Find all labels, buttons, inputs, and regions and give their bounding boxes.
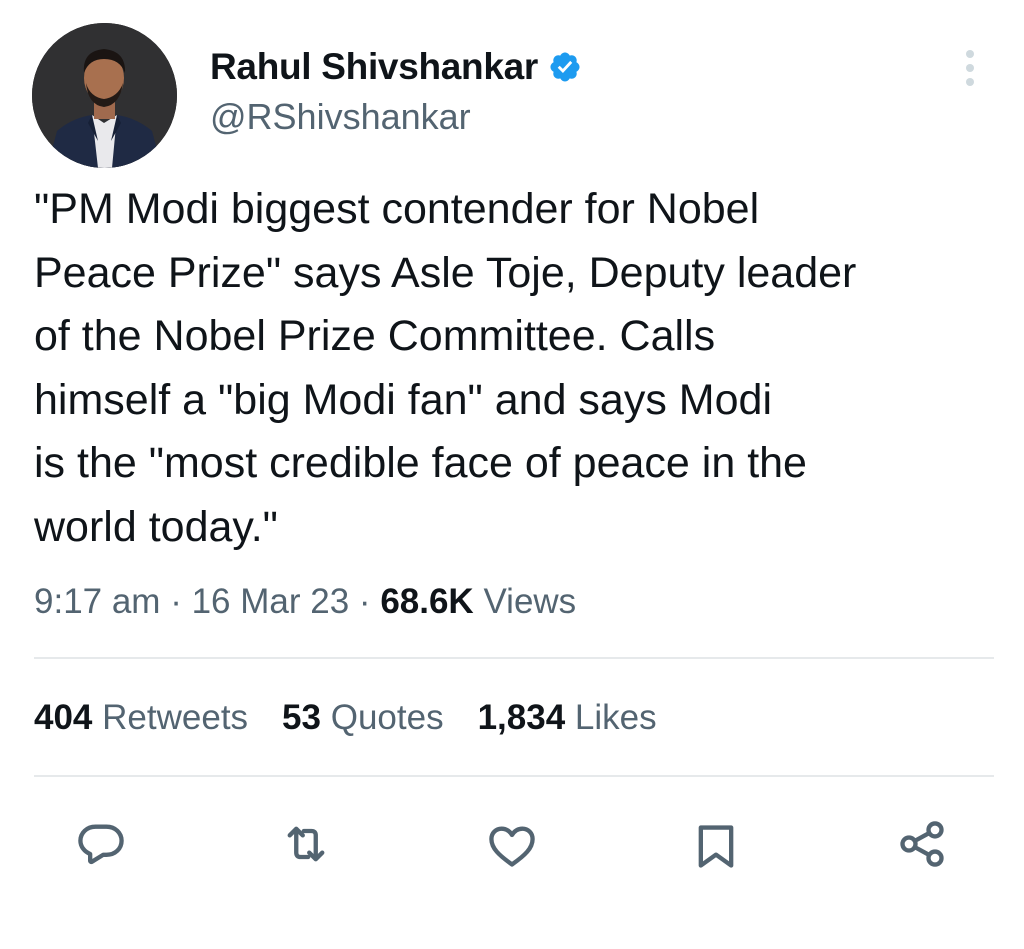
verified-badge-icon [550, 52, 580, 82]
quotes-label: Quotes [330, 698, 444, 737]
tweet-text-line: himself a "big Modi fan" and says Modi [34, 375, 772, 424]
tweet-detail: Rahul Shivshankar @RShivshankar "PM Modi… [0, 0, 1024, 949]
avatar-image [32, 23, 177, 168]
tweet-text-line: "PM Modi biggest contender for Nobel [34, 185, 760, 233]
likes-label: Likes [574, 698, 657, 737]
reply-icon[interactable] [75, 818, 127, 870]
author-name-text: Rahul Shivshankar [210, 46, 539, 87]
views-label: Views [483, 582, 577, 621]
likes-stat[interactable]: 1,834 Likes [478, 698, 657, 738]
share-icon[interactable] [896, 818, 948, 870]
likes-count: 1,834 [477, 698, 566, 737]
author-name[interactable]: Rahul Shivshankar [210, 46, 582, 88]
engagement-stats: 404 Retweets 53 Quotes 1,834 Likes [34, 698, 691, 738]
retweet-icon[interactable] [280, 818, 332, 870]
retweets-stat[interactable]: 404 Retweets [34, 698, 248, 738]
quotes-stat[interactable]: 53 Quotes [282, 698, 444, 738]
tweet-text-line: Peace Prize" says Asle Toje, Deputy lead… [34, 248, 857, 297]
tweet-text: "PM Modi biggest contender for Nobel Pea… [34, 178, 994, 559]
retweets-label: Retweets [102, 698, 249, 737]
tweet-meta: 9:17 am · 16 Mar 23 · 68.6K Views [34, 582, 576, 622]
tweet-text-line: world today." [34, 502, 278, 551]
tweet-date[interactable]: 16 Mar 23 [192, 582, 350, 621]
action-bar [0, 818, 1024, 874]
avatar[interactable] [32, 23, 177, 168]
tweet-time[interactable]: 9:17 am [34, 582, 160, 621]
meta-separator: · [358, 582, 371, 621]
bookmark-icon[interactable] [690, 820, 742, 872]
quotes-count: 53 [282, 698, 321, 737]
meta-separator: · [170, 582, 182, 621]
retweets-count: 404 [34, 698, 93, 737]
divider [34, 775, 994, 777]
like-icon[interactable] [486, 820, 538, 872]
tweet-text-line: of the Nobel Prize Committee. Calls [34, 312, 716, 360]
more-options-icon[interactable] [958, 48, 982, 88]
divider [34, 657, 994, 659]
author-handle[interactable]: @RShivshankar [210, 96, 471, 138]
tweet-text-line: is the "most credible face of peace in t… [34, 439, 807, 487]
views-count: 68.6K [380, 582, 474, 621]
